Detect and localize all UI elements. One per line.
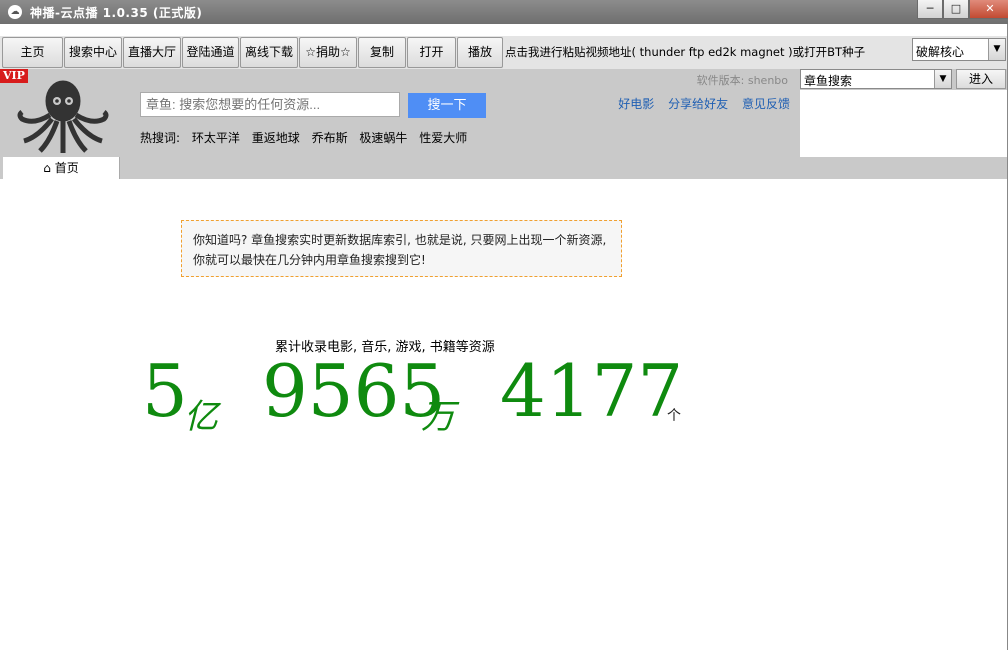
search-header: VIP 搜一下 热搜词: 环太平洋 重返地球 乔布斯 极速蜗牛 性爱大师 软件版… [0,69,800,157]
right-panel: 章鱼搜索 ▼ 进入 [800,69,1008,157]
stat-ge-unit: 个 [667,408,681,424]
tab-home-label: 首页 [54,161,79,175]
search-input[interactable] [140,92,400,117]
hot-words-label: 热搜词: [140,131,181,145]
stat-yi-unit: 亿 [184,397,218,437]
donate-button[interactable]: ☆捐助☆ [299,37,357,68]
chevron-down-icon: ▼ [988,39,1005,60]
stat-wan-number: 9565 [262,349,446,433]
minimize-button[interactable]: ─ [917,0,943,19]
share-link[interactable]: 分享给好友 [668,97,728,111]
title-bar: ☁ 神播-云点播 1.0.35 (正式版) ─ □ ✕ [0,0,1008,24]
search-button[interactable]: 搜一下 [408,93,486,118]
feedback-link[interactable]: 意见反馈 [742,97,790,111]
software-version: 软件版本: shenbo [696,74,788,87]
crack-core-label: 破解核心 [916,45,965,59]
enter-button[interactable]: 进入 [956,69,1006,89]
header-links: 好电影 分享给好友 意见反馈 [608,95,790,112]
close-button[interactable]: ✕ [969,0,1008,19]
crack-core-select[interactable]: 破解核心 ▼ [912,38,1006,61]
home-content: 你知道吗? 章鱼搜索实时更新数据库索引, 也就是说, 只要网上出现一个新资源, … [0,179,1008,650]
maximize-button[interactable]: □ [943,0,969,19]
live-hall-button[interactable]: 直播大厅 [123,37,181,68]
octopus-logo-icon [17,80,109,153]
window-title: 神播-云点播 1.0.35 (正式版) [30,6,203,20]
play-button[interactable]: 播放 [457,37,503,68]
paste-url-hint[interactable]: 点击我进行粘贴视频地址( thunder ftp ed2k magnet )或打… [505,44,865,60]
hot-word-link[interactable]: 性爱大师 [419,131,467,145]
hot-word-link[interactable]: 乔布斯 [312,131,348,145]
right-panel-box [800,90,1008,157]
stat-wan-unit: 万 [421,397,455,437]
open-button[interactable]: 打开 [407,37,456,68]
hot-word-link[interactable]: 环太平洋 [192,131,240,145]
hot-word-link[interactable]: 极速蜗牛 [359,131,407,145]
stat-rest-number: 4177 [500,349,684,433]
home-button[interactable]: 主页 [2,37,63,68]
app-cloud-icon: ☁ [8,5,22,19]
chevron-down-icon: ▼ [934,70,951,88]
toolbar: 主页 搜索中心 直播大厅 登陆通道 离线下载 ☆捐助☆ 复制 打开 播放 点击我… [0,36,1008,69]
search-engine-select[interactable]: 章鱼搜索 ▼ [800,69,952,89]
search-center-button[interactable]: 搜索中心 [64,37,122,68]
hot-words: 热搜词: 环太平洋 重返地球 乔布斯 极速蜗牛 性爱大师 [140,129,475,146]
offline-download-button[interactable]: 离线下载 [240,37,298,68]
search-engine-label: 章鱼搜索 [804,74,853,88]
tab-home[interactable]: ⌂ 首页 [3,157,120,179]
tab-strip: ⌂ 首页 [0,157,1008,179]
did-you-know-tip: 你知道吗? 章鱼搜索实时更新数据库索引, 也就是说, 只要网上出现一个新资源, … [181,220,622,277]
stat-yi-number: 5 [142,349,188,433]
home-icon: ⌂ [43,161,51,175]
good-movies-link[interactable]: 好电影 [618,97,654,111]
hot-word-link[interactable]: 重返地球 [252,131,300,145]
copy-button[interactable]: 复制 [358,37,406,68]
login-channel-button[interactable]: 登陆通道 [182,37,239,68]
